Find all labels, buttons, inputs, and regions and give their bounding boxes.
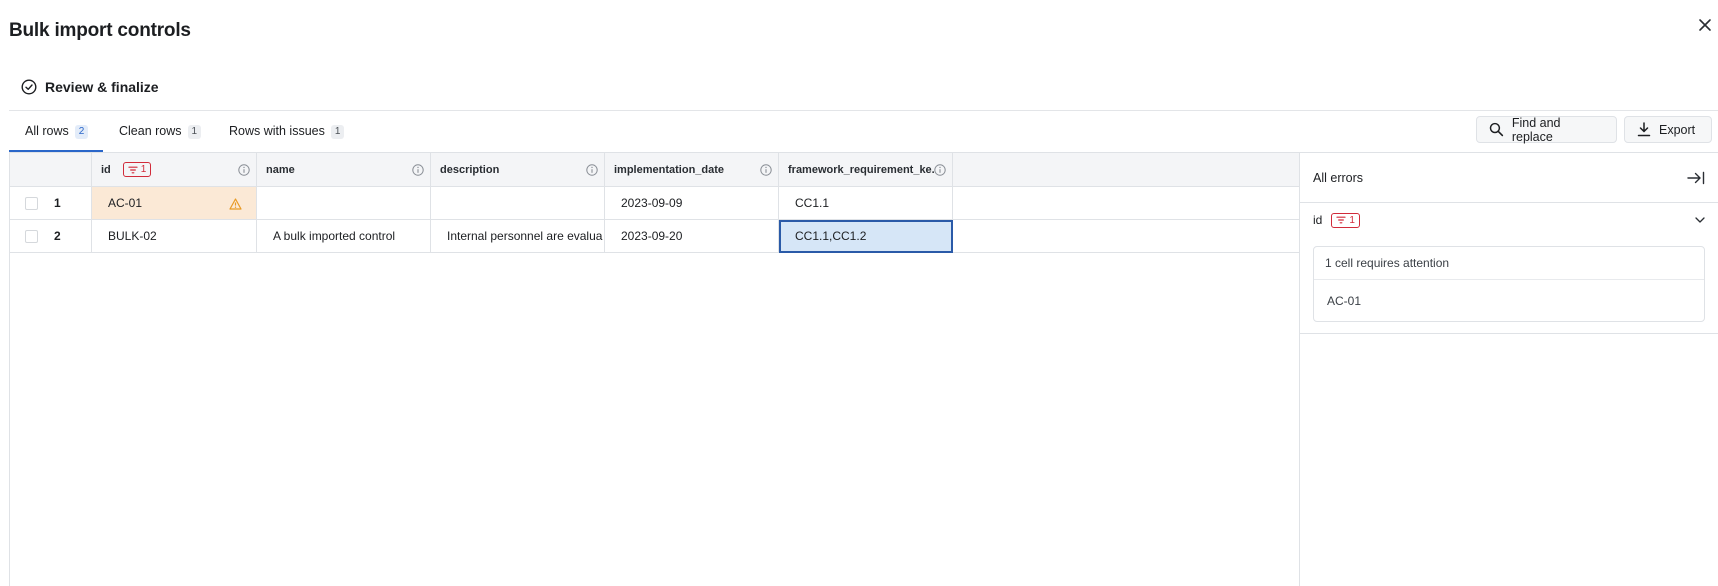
tab-label: All rows <box>25 124 69 138</box>
table-row-selector: 2 <box>10 220 92 253</box>
table-cell-id[interactable]: AC-01 <box>92 187 257 220</box>
tab-clean-rows[interactable]: Clean rows 1 <box>119 118 202 152</box>
column-header-label: name <box>266 163 295 176</box>
error-count-badge: 1 <box>1331 212 1360 228</box>
tabs-divider <box>9 110 1718 111</box>
table-cell-description[interactable] <box>431 187 605 220</box>
error-count: 1 <box>1349 214 1355 226</box>
cell-value: BULK-02 <box>108 229 157 243</box>
collapse-right-icon[interactable] <box>1687 171 1705 185</box>
step-indicator: Review & finalize <box>21 79 159 95</box>
column-header-label: id <box>101 163 111 176</box>
row-number: 2 <box>54 229 61 243</box>
tab-count-badge: 2 <box>74 125 89 139</box>
error-cell-link[interactable]: AC-01 <box>1314 280 1704 321</box>
row-number: 1 <box>54 196 61 210</box>
table-cell-name[interactable]: A bulk imported control <box>257 220 431 253</box>
error-group-heading: id 1 <box>1313 212 1360 228</box>
column-header-label: implementation_date <box>614 163 725 176</box>
check-circle-icon <box>21 79 37 95</box>
table-cell-implementation-date[interactable]: 2023-09-09 <box>605 187 779 220</box>
table-row-selector: 1 <box>10 187 92 220</box>
error-group-toggle[interactable]: id 1 <box>1300 203 1718 237</box>
error-card: 1 cell requires attention AC-01 <box>1313 246 1705 322</box>
export-button[interactable]: Export <box>1624 116 1712 143</box>
cell-value: 2023-09-20 <box>621 229 683 243</box>
cell-value: Internal personnel are evalua <box>447 229 603 243</box>
errors-panel-divider <box>1300 333 1718 334</box>
error-filter-badge[interactable]: 1 <box>122 162 152 177</box>
error-group-label: id <box>1313 213 1323 227</box>
tab-label: Rows with issues <box>229 124 325 138</box>
errors-panel: All errors id 1 1 cell requires attentio… <box>1300 152 1718 586</box>
tab-count-badge: 1 <box>330 125 345 139</box>
step-label: Review & finalize <box>45 79 159 95</box>
tab-label: Clean rows <box>119 124 182 138</box>
table-cell-implementation-date[interactable]: 2023-09-20 <box>605 220 779 253</box>
table-cell-id[interactable]: BULK-02 <box>92 220 257 253</box>
cell-value: 2023-09-09 <box>621 196 683 210</box>
close-button[interactable] <box>1694 14 1716 36</box>
header-select-column <box>10 153 92 187</box>
tab-all-rows[interactable]: All rows 2 <box>9 118 103 152</box>
info-icon[interactable] <box>760 164 772 176</box>
cell-value: CC1.1,CC1.2 <box>795 229 867 243</box>
table-cell-description[interactable]: Internal personnel are evalua <box>431 220 605 253</box>
download-icon <box>1637 122 1651 137</box>
errors-panel-title: All errors <box>1313 170 1364 185</box>
error-card-heading: 1 cell requires attention <box>1314 247 1704 280</box>
info-icon[interactable] <box>238 164 250 176</box>
error-filter-count: 1 <box>140 164 147 175</box>
column-header-name[interactable]: name <box>257 153 431 187</box>
column-header-label: framework_requirement_ke... <box>788 163 941 176</box>
tab-rows-with-issues[interactable]: Rows with issues 1 <box>229 118 345 152</box>
filter-icon <box>128 166 138 173</box>
row-filler <box>953 187 1299 220</box>
warning-icon <box>229 198 242 210</box>
info-icon[interactable] <box>586 164 598 176</box>
cell-value: CC1.1 <box>795 196 830 210</box>
column-header-label: description <box>440 163 500 176</box>
row-checkbox[interactable] <box>25 196 38 210</box>
row-checkbox[interactable] <box>25 229 38 243</box>
search-icon <box>1489 122 1504 137</box>
close-icon <box>1699 19 1711 31</box>
export-label: Export <box>1659 122 1696 137</box>
column-header-description[interactable]: description <box>431 153 605 187</box>
data-grid: id 1 name description implementation_dat… <box>9 152 1300 586</box>
cell-value: A bulk imported control <box>273 229 396 243</box>
find-and-replace-button[interactable]: Find and replace <box>1476 115 1617 144</box>
filter-icon <box>1336 216 1346 224</box>
cell-value: AC-01 <box>108 196 143 210</box>
chevron-down-icon[interactable] <box>1695 217 1705 223</box>
tab-count-badge: 1 <box>187 125 202 139</box>
info-icon[interactable] <box>934 164 946 176</box>
table-cell-framework-requirement-keys[interactable]: CC1.1,CC1.2 <box>779 220 953 253</box>
dialog-title: Bulk import controls <box>9 20 191 41</box>
table-cell-framework-requirement-keys[interactable]: CC1.1 <box>779 187 953 220</box>
column-header-framework-requirement-keys[interactable]: framework_requirement_ke... <box>779 153 953 187</box>
find-and-replace-label: Find and replace <box>1511 115 1561 144</box>
column-header-id[interactable]: id 1 <box>92 153 257 187</box>
info-icon[interactable] <box>412 164 424 176</box>
errors-panel-header: All errors <box>1300 153 1718 203</box>
column-header-implementation-date[interactable]: implementation_date <box>605 153 779 187</box>
row-filler <box>953 220 1299 253</box>
header-filler <box>953 153 1299 187</box>
table-cell-name[interactable] <box>257 187 431 220</box>
